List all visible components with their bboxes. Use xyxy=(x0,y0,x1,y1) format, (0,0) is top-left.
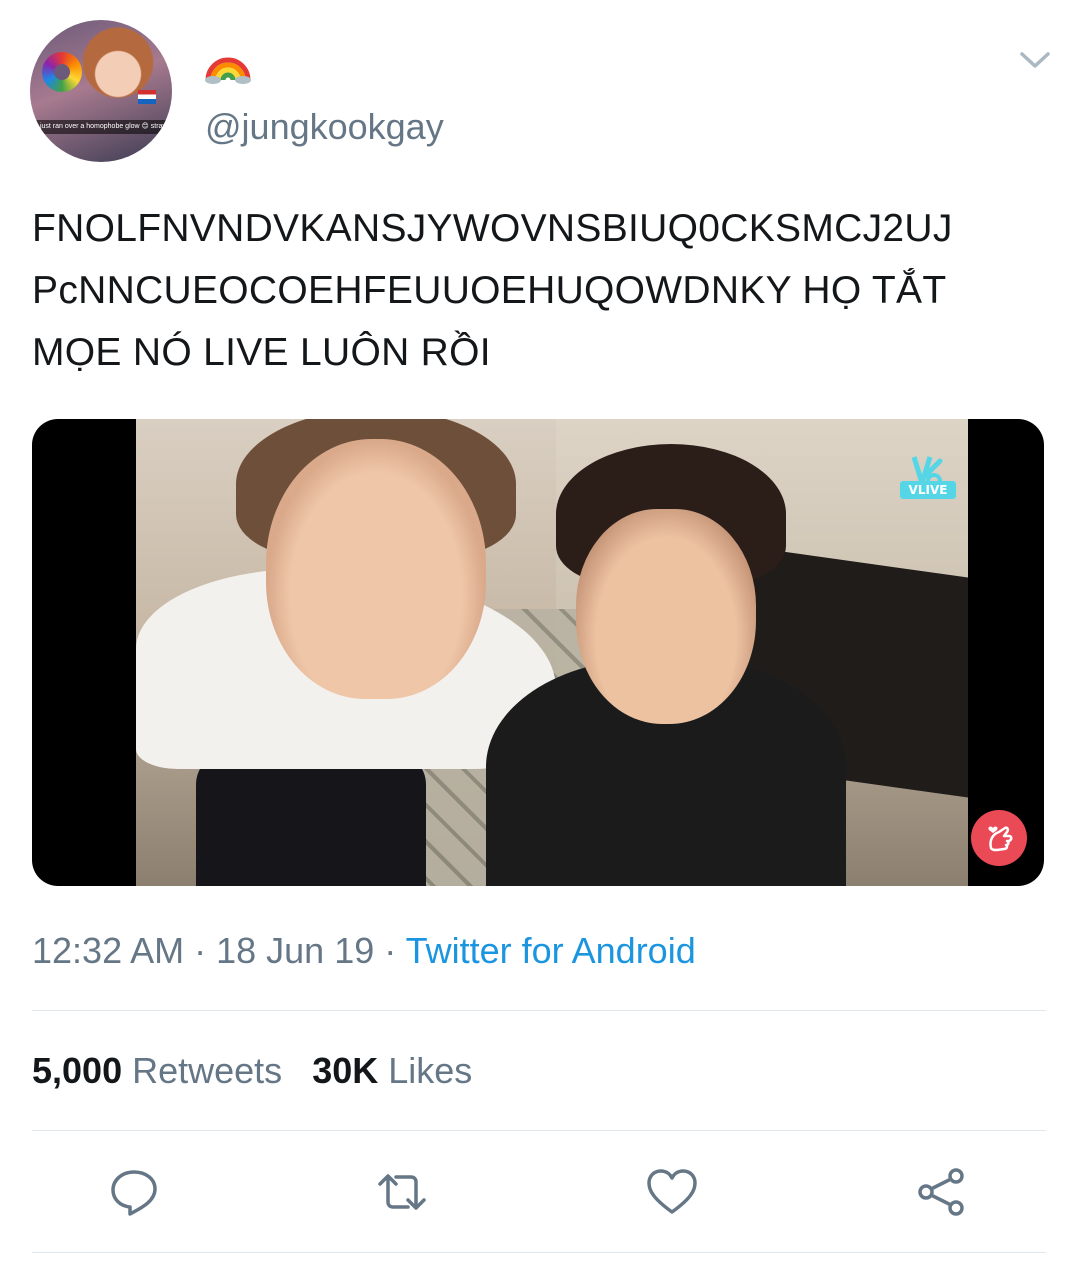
flag-pin-icon xyxy=(138,90,156,104)
rainbow-emoji-icon xyxy=(205,57,251,84)
user-handle[interactable]: @jungkookgay xyxy=(205,106,444,148)
tweet-time[interactable]: 12:32 AM xyxy=(32,930,184,971)
tweet-media-image[interactable]: VLIVE xyxy=(32,419,1044,886)
vlive-watermark: VLIVE xyxy=(900,481,956,499)
meta-separator: · xyxy=(184,930,217,971)
retweets-count: 5,000 xyxy=(32,1050,123,1091)
like-button[interactable] xyxy=(644,1164,700,1220)
likes-stat[interactable]: 30K Likes xyxy=(312,1050,472,1091)
meta-separator: · xyxy=(374,930,406,971)
engagement-counts: 5,000 Retweets 30K Likes xyxy=(32,1049,472,1093)
tweet-card: I just ran over a homophobe glow 😊 stray… xyxy=(0,0,1080,1262)
photo-person-left-face xyxy=(266,439,486,699)
retweets-label: Retweets xyxy=(132,1050,283,1091)
tweet-text-line: FNOLFNVNDVKANSJYWOVNSBIUQ0CKSMCJ2UJ xyxy=(32,207,953,250)
share-icon xyxy=(918,1168,964,1216)
divider xyxy=(32,1252,1046,1253)
divider xyxy=(32,1130,1046,1131)
divider xyxy=(32,1010,1046,1011)
retweets-stat[interactable]: 5,000 Retweets xyxy=(32,1050,282,1091)
reply-button[interactable] xyxy=(106,1164,162,1220)
video-frame xyxy=(136,419,968,886)
tweet-text: FNOLFNVNDVKANSJYWOVNSBIUQ0CKSMCJ2UJ PcNN… xyxy=(32,198,1048,384)
avatar[interactable]: I just ran over a homophobe glow 😊 stray xyxy=(30,20,172,162)
rainbow-pin-icon xyxy=(42,52,82,92)
tweet-timestamp: 12:32 AM · 18 Jun 19 · Twitter for Andro… xyxy=(32,929,696,973)
likes-count: 30K xyxy=(312,1050,379,1091)
tweet-date[interactable]: 18 Jun 19 xyxy=(216,930,374,971)
heart-icon xyxy=(647,1169,697,1214)
tweet-text-line: MỌE NÓ LIVE LUÔN RỒI xyxy=(32,331,491,374)
avatar-caption: I just ran over a homophobe glow 😊 stray xyxy=(30,120,172,134)
display-name[interactable] xyxy=(205,40,251,84)
retweet-button[interactable] xyxy=(374,1164,430,1220)
retweet-icon xyxy=(378,1174,426,1210)
vlive-logo-icon xyxy=(911,456,943,489)
finger-heart-button[interactable] xyxy=(971,810,1027,866)
tweet-text-line: PcNNCUEOCOEHFEUUOEHUQOWDNKY HỌ TẮT xyxy=(32,269,947,312)
photo-person-right-face xyxy=(576,509,756,724)
share-button[interactable] xyxy=(914,1164,970,1220)
tweet-source-link[interactable]: Twitter for Android xyxy=(406,930,696,971)
reply-icon xyxy=(111,1170,157,1216)
chevron-down-icon[interactable] xyxy=(1018,48,1052,72)
finger-heart-icon xyxy=(988,826,1013,852)
likes-label: Likes xyxy=(388,1050,473,1091)
